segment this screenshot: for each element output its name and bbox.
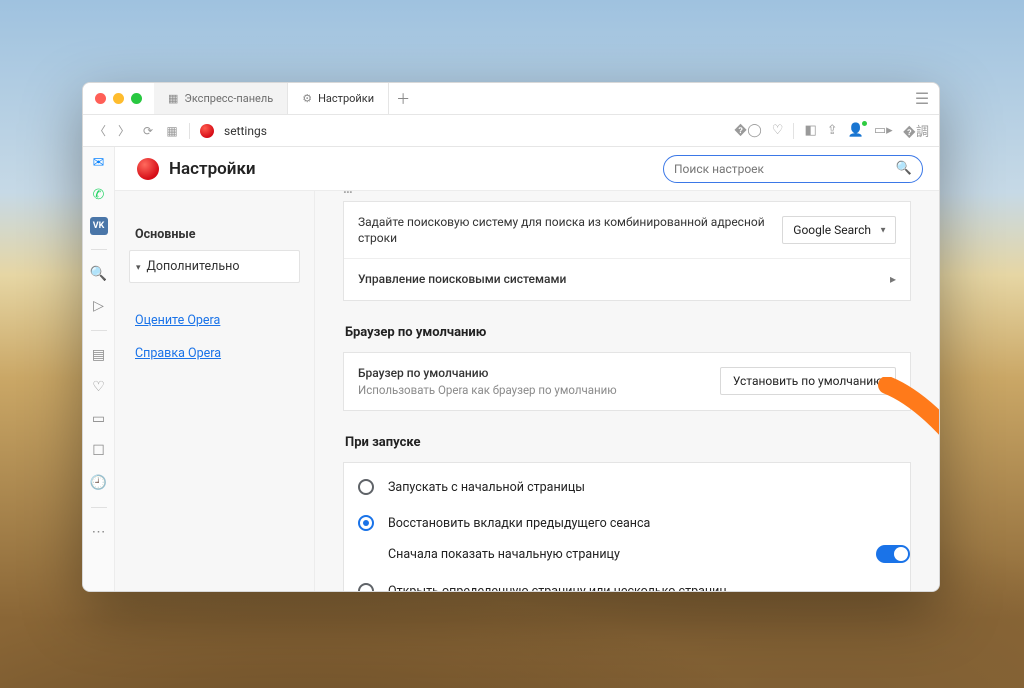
close-window-button[interactable] [95,93,106,104]
battery-icon[interactable]: ▭▸ [874,123,893,138]
search-engine-select[interactable]: Google Search [782,216,896,244]
chat-icon[interactable]: ☐ [89,441,109,461]
tab-settings[interactable]: ⚙ Настройки [288,83,389,114]
gear-icon: ⚙ [302,92,312,105]
whatsapp-icon[interactable]: ✆ [89,185,109,205]
section-default-browser: Браузер по умолчанию [345,325,911,340]
speed-dial-icon[interactable]: ▦ [165,124,179,138]
snapshot-icon[interactable]: �◯ [734,123,762,138]
back-button[interactable]: 〈 [93,122,107,139]
divider [91,330,107,331]
url-text[interactable]: settings [224,124,724,138]
search-engine-row: Задайте поисковую систему для поиска из … [344,202,910,258]
nav-advanced[interactable]: Дополнительно [129,250,300,283]
sidebar-toggle-icon[interactable]: ◧ [804,123,816,138]
set-default-button[interactable]: Установить по умолчанию [720,367,896,395]
startup-option-homepage[interactable]: Запускать с начальной страницы [344,469,910,505]
radio-icon[interactable] [358,583,374,591]
tab-speed-dial[interactable]: ▦ Экспресс-панель [154,83,288,114]
settings-panel: … Задайте поисковую систему для поиска и… [315,191,939,591]
search-input[interactable] [674,162,888,176]
window-titlebar: ▦ Экспресс-панель ⚙ Настройки ＋ ☰ [83,83,939,115]
option-label: Восстановить вкладки предыдущего сеанса [388,516,650,531]
sidebar-rail: ✉ ✆ VK 🔍 ▷ ▤ ♡ ▭ ☐ 🕘 ⋯ [83,147,115,591]
opera-badge-icon [200,124,214,138]
messenger-icon[interactable]: ✉ [89,153,109,173]
nav-rate-opera[interactable]: Оцените Opera [129,307,300,334]
nav-advanced-label: Дополнительно [147,259,240,274]
share-icon[interactable]: ⇪ [827,123,838,138]
settings-body: Основные Дополнительно Оцените Opera Спр… [115,191,939,591]
option-label: Запускать с начальной страницы [388,480,585,495]
divider [91,249,107,250]
search-engine-card: Задайте поисковую систему для поиска из … [343,201,911,301]
search-icon: 🔍 [896,161,912,176]
separator [189,123,190,139]
startup-option-specific-pages[interactable]: Открыть определенную страницу или нескол… [344,573,910,591]
default-browser-sub: Использовать Opera как браузер по умолча… [358,383,720,399]
zoom-window-button[interactable] [131,93,142,104]
window-body: ✉ ✆ VK 🔍 ▷ ▤ ♡ ▭ ☐ 🕘 ⋯ Настройки 🔍 [83,147,939,591]
send-icon[interactable]: ▷ [89,296,109,316]
manage-search-engines-row[interactable]: Управление поисковыми системами ▸ [344,258,910,299]
option-label: Открыть определенную страницу или нескол… [388,584,727,591]
radio-icon[interactable] [358,515,374,531]
manage-search-label: Управление поисковыми системами [358,271,890,287]
forward-button[interactable]: 〉 [117,122,131,139]
address-bar: 〈 〉 ⟳ ▦ settings �◯ ♡ ◧ ⇪ 👤 ▭▸ �調 [83,115,939,147]
settings-header: Настройки 🔍 [115,147,939,191]
easy-setup-icon[interactable]: ☰ [905,89,939,108]
browser-window: ▦ Экспресс-панель ⚙ Настройки ＋ ☰ 〈 〉 ⟳ … [82,82,940,592]
section-on-startup: При запуске [345,435,911,450]
heart-icon[interactable]: ♡ [772,123,784,138]
tab-label: Настройки [318,92,374,105]
minimize-window-button[interactable] [113,93,124,104]
tab-strip: ▦ Экспресс-панель ⚙ Настройки ＋ [154,83,905,114]
settings-nav: Основные Дополнительно Оцените Opera Спр… [115,191,315,591]
bookmark-icon[interactable]: ▭ [89,409,109,429]
new-tab-button[interactable]: ＋ [389,83,417,114]
divider [91,507,107,508]
search-engine-desc: Задайте поисковую систему для поиска из … [358,214,782,246]
startup-option-restore-tabs[interactable]: Восстановить вкладки предыдущего сеанса [344,505,910,541]
nav-help-opera[interactable]: Справка Opera [129,340,300,367]
tab-label: Экспресс-панель [184,92,273,105]
grid-icon: ▦ [168,92,178,105]
profile-icon[interactable]: 👤 [848,123,864,138]
vk-icon[interactable]: VK [90,217,108,235]
history-icon[interactable]: 🕘 [89,473,109,493]
toolbar-right: �◯ ♡ ◧ ⇪ 👤 ▭▸ �調 [734,121,929,140]
nav-basic[interactable]: Основные [129,219,300,250]
select-value: Google Search [793,223,871,237]
search-icon[interactable]: 🔍 [89,264,109,284]
startup-card: Запускать с начальной страницы Восстанов… [343,462,911,591]
default-browser-card: Браузер по умолчанию Использовать Opera … [343,352,911,412]
opera-logo-icon [137,158,159,180]
easy-setup-icon[interactable]: �調 [903,121,929,140]
heart-icon[interactable]: ♡ [89,377,109,397]
toggle-show-homepage[interactable] [876,545,910,563]
default-browser-row: Браузер по умолчанию Использовать Opera … [344,353,910,411]
separator [793,123,794,139]
settings-content: Настройки 🔍 Основные Дополнительно Оцени… [115,147,939,591]
chevron-right-icon: ▸ [890,272,896,286]
settings-search[interactable]: 🔍 [663,155,923,183]
window-controls [83,93,154,104]
reload-button[interactable]: ⟳ [141,124,155,138]
sub-option-label: Сначала показать начальную страницу [388,547,620,562]
clipped-section-heading: … [343,191,911,200]
news-icon[interactable]: ▤ [89,345,109,365]
default-browser-title: Браузер по умолчанию [358,365,720,381]
radio-icon[interactable] [358,479,374,495]
startup-show-homepage-first: Сначала показать начальную страницу [344,541,910,573]
page-title: Настройки [169,159,256,179]
more-icon[interactable]: ⋯ [89,522,109,542]
